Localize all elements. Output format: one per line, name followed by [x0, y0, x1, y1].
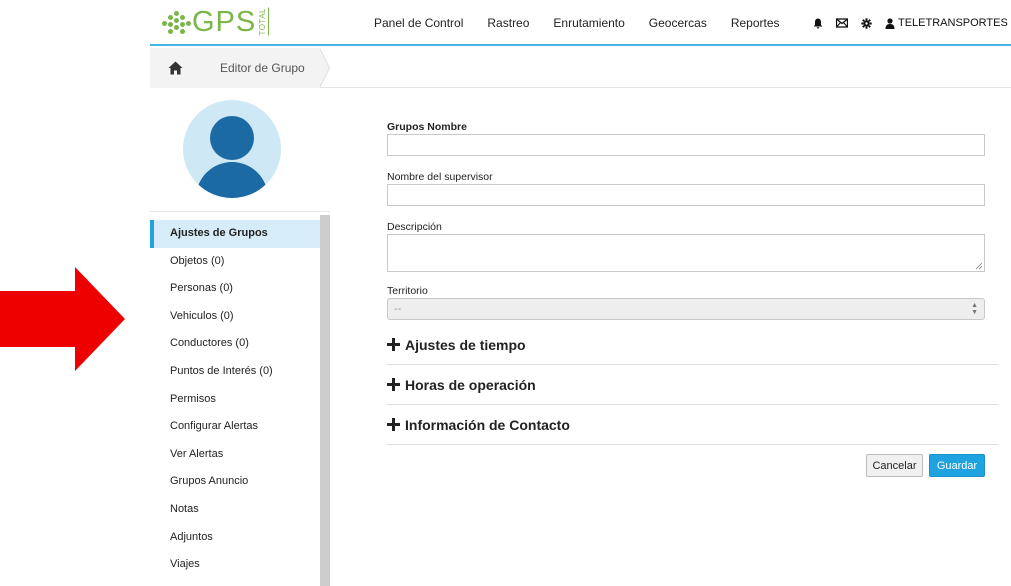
sidebar-item-personas[interactable]: Personas (0)	[150, 275, 320, 303]
avatar	[183, 100, 281, 198]
nav-panel-de-control[interactable]: Panel de Control	[374, 16, 463, 30]
sidebar-item-conductores[interactable]: Conductores (0)	[150, 330, 320, 358]
gear-icon[interactable]	[861, 17, 872, 29]
cancel-button[interactable]: Cancelar	[866, 454, 923, 477]
sidebar: Ajustes de Grupos Objetos (0) Personas (…	[150, 88, 330, 586]
save-button[interactable]: Guardar	[929, 454, 985, 477]
nav-rastreo[interactable]: Rastreo	[487, 16, 529, 30]
sidebar-item-notas[interactable]: Notas	[150, 496, 320, 524]
supervisor-input[interactable]	[387, 184, 985, 206]
resize-handle-icon[interactable]	[976, 263, 982, 269]
sidebar-item-viajes[interactable]: Viajes	[150, 551, 320, 579]
group-name-label: Grupos Nombre	[387, 121, 467, 133]
nav-geocercas[interactable]: Geocercas	[649, 16, 707, 30]
sidebar-item-ajustes-de-grupos[interactable]: Ajustes de Grupos	[150, 220, 320, 248]
user-name: TELETRANSPORTES II	[898, 17, 1011, 29]
red-arrow-annotation	[0, 267, 125, 371]
territory-selected-value: --	[394, 303, 402, 315]
section-title: Información de Contacto	[405, 416, 570, 433]
home-icon	[168, 61, 182, 75]
sidebar-menu: Ajustes de Grupos Objetos (0) Personas (…	[150, 220, 320, 579]
territory-label: Territorio	[387, 285, 428, 297]
bell-icon[interactable]	[813, 18, 823, 29]
supervisor-label: Nombre del supervisor	[387, 171, 493, 183]
breadcrumb-home[interactable]	[150, 48, 200, 88]
breadcrumb-separator	[319, 48, 329, 88]
sidebar-item-configurar-alertas[interactable]: Configurar Alertas	[150, 413, 320, 441]
sidebar-item-grupos-anuncio[interactable]: Grupos Anuncio	[150, 468, 320, 496]
plus-icon	[387, 418, 400, 431]
description-label: Descripción	[387, 221, 442, 233]
section-title: Horas de operación	[405, 376, 536, 393]
group-name-input[interactable]	[387, 134, 985, 156]
description-textarea[interactable]	[387, 234, 985, 272]
logo-dots-icon	[160, 9, 191, 35]
user-menu[interactable]: TELETRANSPORTES II	[885, 0, 1011, 46]
nav-reportes[interactable]: Reportes	[731, 16, 780, 30]
sidebar-item-permisos[interactable]: Permisos	[150, 386, 320, 414]
brand-name: GPS	[192, 5, 257, 38]
main-nav: Panel de Control Rastreo Enrutamiento Ge…	[374, 0, 804, 46]
select-arrows-icon: ▲ ▼	[971, 302, 978, 316]
plus-icon	[387, 338, 400, 351]
section-informacion-de-contacto[interactable]: Información de Contacto	[387, 405, 998, 445]
top-navbar: GPS TOTAL Panel de Control Rastreo Enrut…	[150, 0, 1011, 46]
sidebar-scrollbar[interactable]	[320, 215, 330, 586]
breadcrumb-current[interactable]: Editor de Grupo	[200, 48, 320, 88]
territory-select[interactable]: -- ▲ ▼	[387, 298, 985, 320]
avatar-body-shape	[196, 162, 268, 198]
envelope-icon[interactable]	[836, 18, 848, 28]
breadcrumb-page-label: Editor de Grupo	[220, 61, 305, 75]
brand-sub: TOTAL	[258, 8, 270, 36]
section-horas-de-operacion[interactable]: Horas de operación	[387, 365, 998, 405]
sidebar-item-ver-alertas[interactable]: Ver Alertas	[150, 441, 320, 469]
section-title: Ajustes de tiempo	[405, 336, 526, 353]
sidebar-item-puntos-de-interes[interactable]: Puntos de Interés (0)	[150, 358, 320, 386]
sidebar-item-adjuntos[interactable]: Adjuntos	[150, 524, 320, 552]
nav-enrutamiento[interactable]: Enrutamiento	[553, 16, 624, 30]
sidebar-item-objetos[interactable]: Objetos (0)	[150, 248, 320, 276]
breadcrumb: Editor de Grupo	[150, 48, 1011, 88]
nav-icons	[813, 0, 872, 46]
user-icon	[885, 17, 895, 29]
avatar-head-shape	[210, 116, 254, 160]
brand-logo[interactable]: GPS TOTAL	[160, 4, 270, 40]
avatar-panel	[150, 88, 330, 212]
sidebar-item-vehiculos[interactable]: Vehiculos (0)	[150, 303, 320, 331]
plus-icon	[387, 378, 400, 391]
section-ajustes-de-tiempo[interactable]: Ajustes de tiempo	[387, 325, 998, 365]
